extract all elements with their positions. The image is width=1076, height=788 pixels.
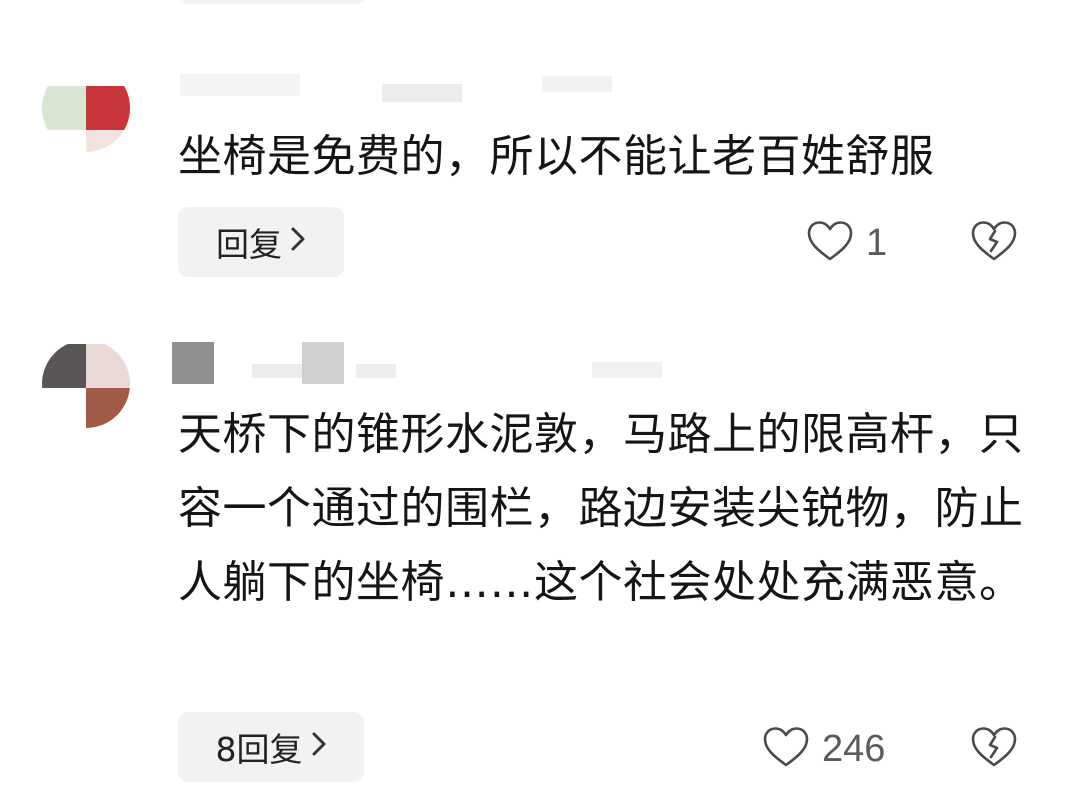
broken-heart-icon — [970, 727, 1018, 772]
dislike-button[interactable] — [970, 726, 1018, 772]
reply-label: 8回复 — [215, 730, 303, 769]
username-blur-block — [302, 342, 344, 384]
dislike-button[interactable] — [970, 220, 1018, 266]
heart-outline-icon — [762, 726, 810, 772]
avatar[interactable] — [42, 340, 130, 428]
broken-heart-icon — [970, 221, 1018, 266]
username-blurred[interactable] — [172, 342, 672, 384]
avatar-pixel-block — [86, 388, 130, 428]
username-blur-block — [542, 76, 612, 92]
chevron-right-icon — [290, 225, 306, 260]
like-count: 246 — [822, 727, 886, 770]
chevron-right-icon — [311, 730, 327, 765]
username-blur-block — [172, 342, 214, 384]
avatar-pixel-block — [86, 130, 130, 152]
comment-text: 天桥下的锥形水泥敦，马路上的限高杆，只容一个通过的围栏，路边安装尖锐物，防止人躺… — [178, 409, 1024, 608]
username-blur-block — [356, 364, 396, 378]
heart-outline-icon — [806, 220, 854, 266]
avatar-pixel-block — [86, 86, 130, 130]
avatar-pixel-block — [42, 86, 86, 130]
avatar[interactable] — [42, 64, 130, 152]
like-button[interactable]: 246 — [762, 726, 885, 772]
like-count: 1 — [866, 221, 888, 264]
previous-reply-button[interactable] — [180, 0, 366, 4]
username-blur-block — [592, 362, 662, 378]
avatar-pixel-block — [42, 344, 86, 388]
reply-button[interactable]: 回复 — [178, 207, 344, 277]
username-blur-block — [180, 74, 300, 96]
username-blur-block — [382, 84, 462, 102]
like-button[interactable]: 1 — [806, 220, 887, 266]
reply-button[interactable]: 8回复 — [178, 712, 364, 782]
username-blurred[interactable] — [172, 70, 672, 106]
reply-label: 回复 — [216, 225, 282, 264]
comment-text: 坐椅是免费的，所以不能让老百姓舒服 — [178, 131, 935, 182]
avatar-pixel-block — [86, 344, 130, 388]
